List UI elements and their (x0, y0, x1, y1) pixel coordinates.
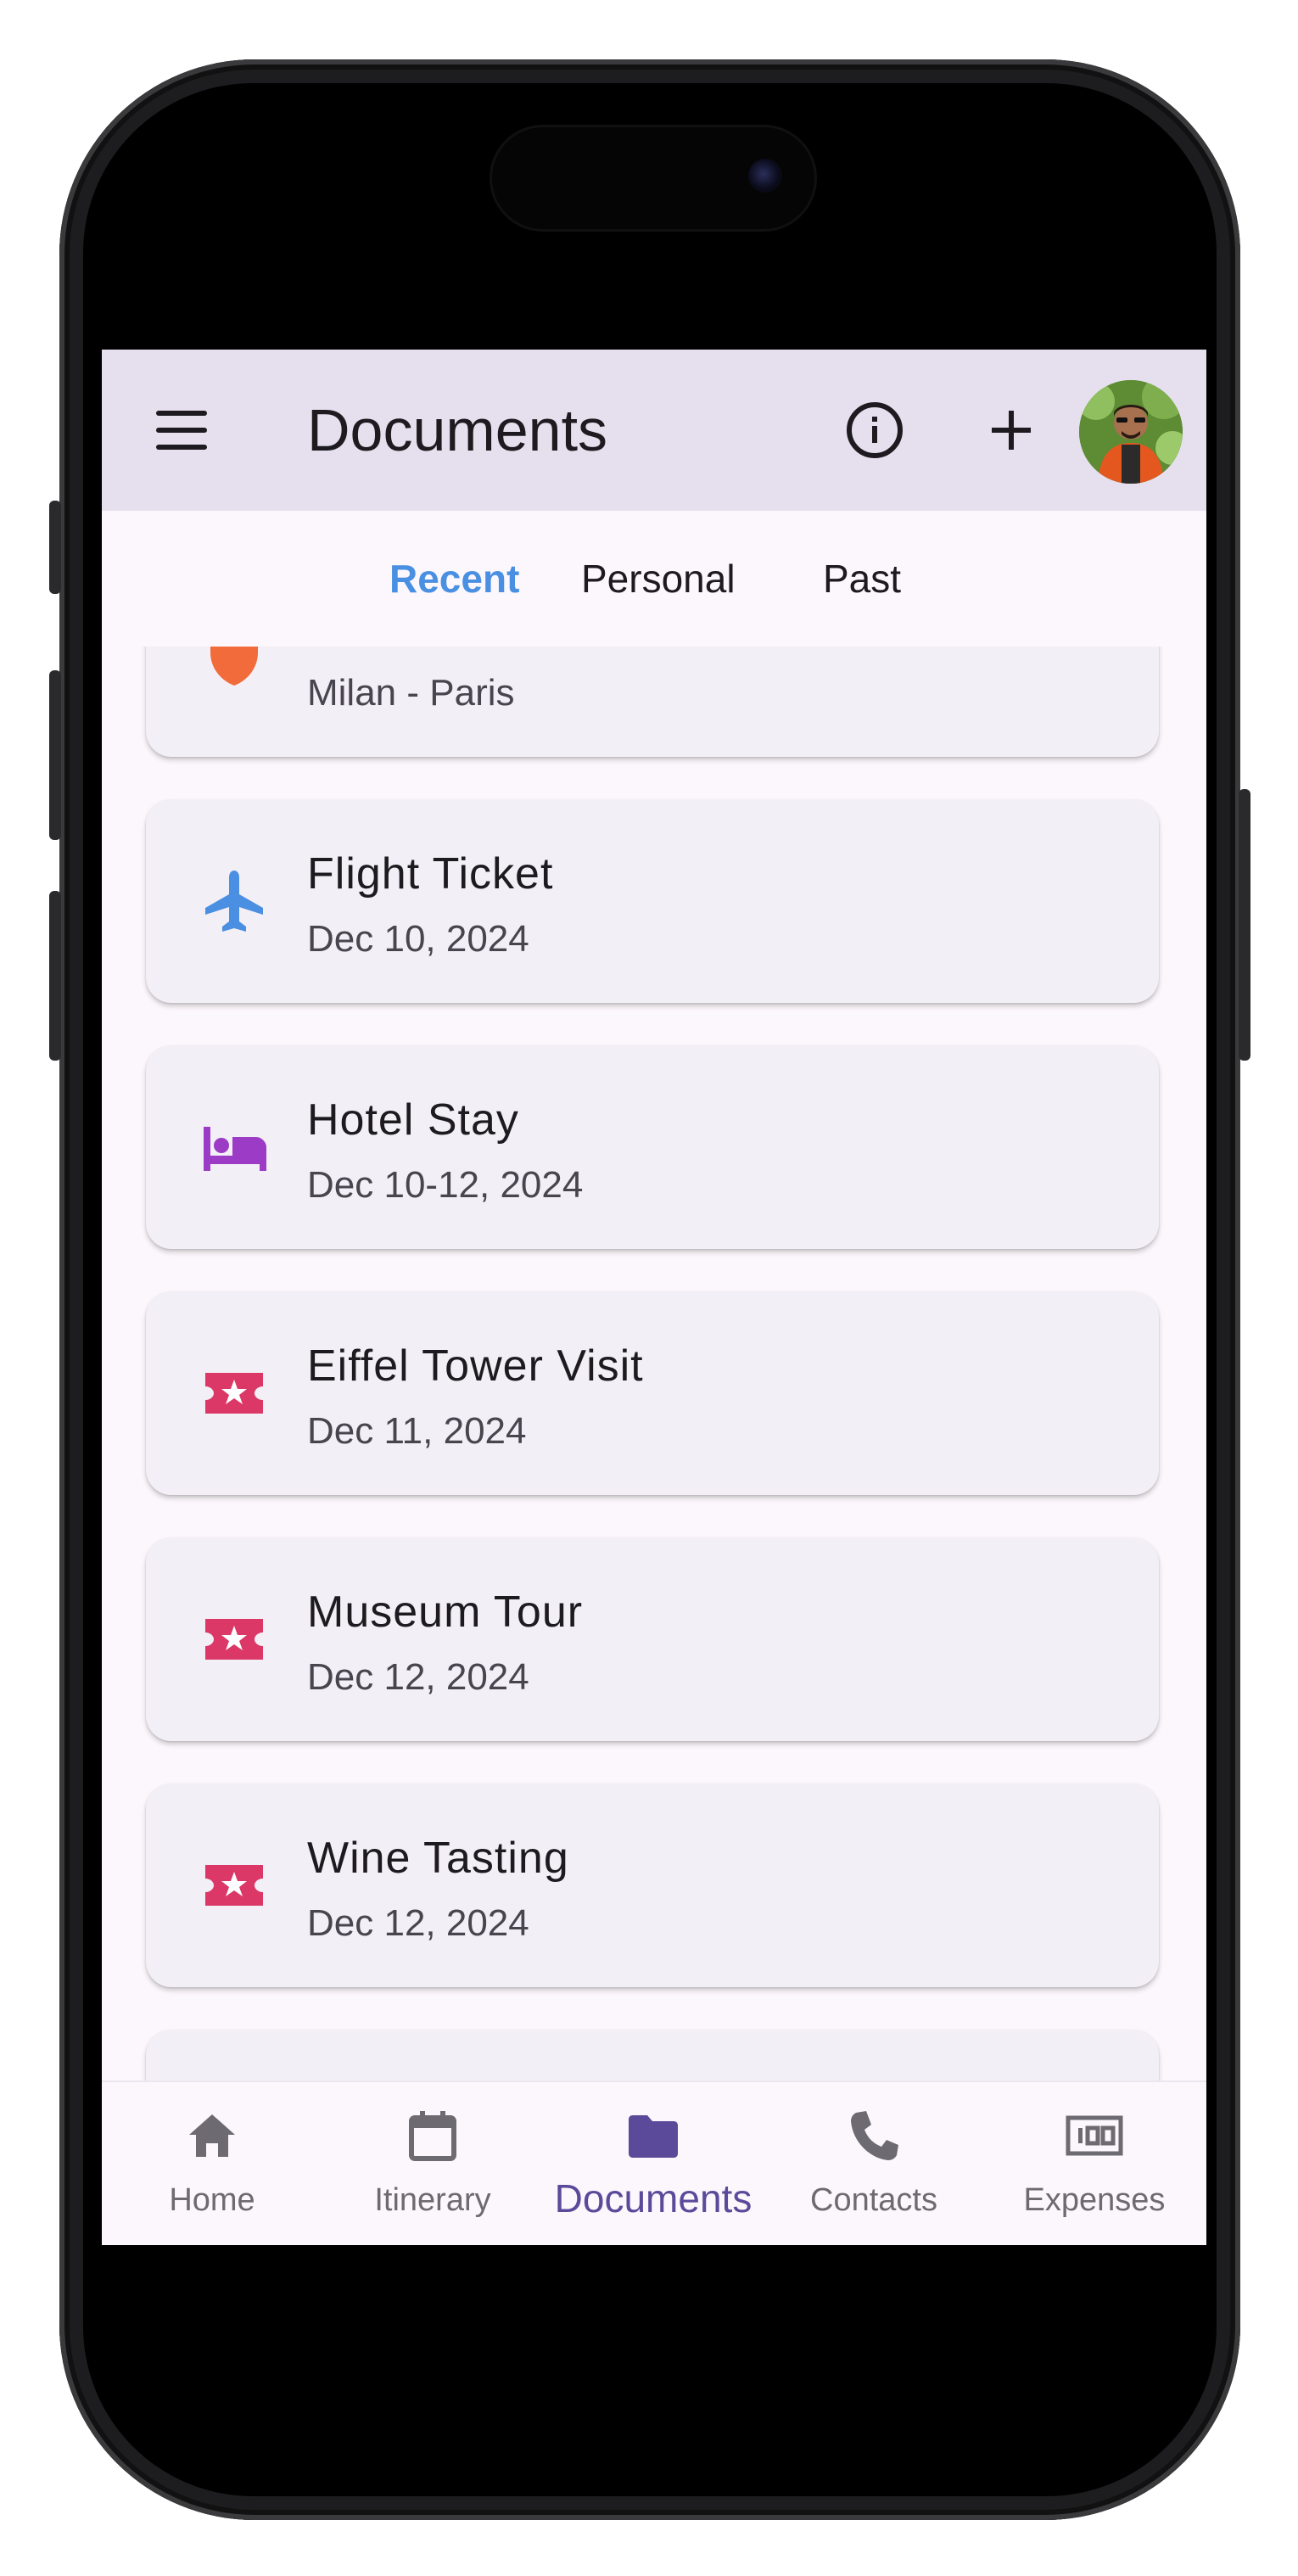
document-subtitle: Dec 10-12, 2024 (307, 1164, 584, 1206)
bed-icon (204, 1127, 266, 1171)
shield-icon (210, 647, 258, 686)
power-button (1239, 789, 1250, 1061)
airplane-icon (205, 871, 263, 932)
money-icon (1066, 2115, 1123, 2156)
document-title: Hotel Stay (307, 1095, 519, 1145)
app-screen: Documents Recent Personal Past Milan - P… (102, 350, 1206, 2245)
add-button[interactable] (973, 392, 1049, 468)
document-card-flight[interactable]: Flight Ticket Dec 10, 2024 (146, 799, 1159, 1003)
menu-button[interactable] (153, 400, 212, 460)
document-card-hotel[interactable]: Hotel Stay Dec 10-12, 2024 (146, 1045, 1159, 1249)
home-icon (189, 2114, 235, 2157)
document-subtitle: Dec 10, 2024 (307, 918, 529, 960)
volume-down-button (49, 891, 61, 1061)
document-card-insurance[interactable]: Insurance Milan - Paris (146, 647, 1159, 757)
phone-icon (851, 2111, 898, 2160)
nav-label: Documents (554, 2176, 753, 2220)
ticket-icon (205, 1865, 263, 1906)
calendar-icon (409, 2111, 456, 2161)
info-button[interactable] (836, 392, 913, 468)
ticket-icon (205, 1619, 263, 1660)
page-title: Documents (307, 397, 608, 463)
nav-itinerary[interactable]: Itinerary (322, 2082, 543, 2245)
document-title: Flight Ticket (307, 849, 554, 899)
document-title: Insurance (307, 647, 508, 653)
ticket-icon (205, 1373, 263, 1414)
nav-contacts[interactable]: Contacts (764, 2082, 984, 2245)
tab-personal[interactable]: Personal (581, 549, 736, 608)
document-subtitle: Dec 12, 2024 (307, 1656, 529, 1698)
document-title: Museum Tour (307, 1588, 584, 1637)
front-camera (748, 159, 782, 193)
document-card-partial[interactable] (146, 2030, 1159, 2084)
nav-label: Expenses (1023, 2182, 1166, 2218)
nav-documents[interactable]: Documents (543, 2082, 764, 2245)
document-card-wine[interactable]: Wine Tasting Dec 12, 2024 (146, 1784, 1159, 1987)
nav-expenses[interactable]: Expenses (984, 2082, 1205, 2245)
tab-bar: Recent Personal Past (102, 511, 1206, 647)
tab-past[interactable]: Past (823, 549, 901, 608)
nav-label: Home (169, 2182, 255, 2218)
document-subtitle: Milan - Paris (307, 672, 515, 714)
nav-home[interactable]: Home (102, 2082, 322, 2245)
app-bar: Documents (102, 350, 1206, 511)
mute-switch (49, 501, 61, 594)
tab-recent[interactable]: Recent (389, 549, 519, 608)
nav-label: Contacts (810, 2182, 937, 2218)
info-icon (847, 402, 903, 458)
nav-label: Itinerary (374, 2182, 491, 2218)
avatar[interactable] (1079, 380, 1183, 484)
document-title: Eiffel Tower Visit (307, 1341, 644, 1391)
document-list: Insurance Milan - Paris Flight Ticket De… (102, 647, 1206, 2084)
document-subtitle: Dec 11, 2024 (307, 1410, 527, 1452)
document-subtitle: Dec 12, 2024 (307, 1902, 529, 1944)
bottom-navigation: Home Itinerary Documents Contacts Expens… (102, 2080, 1206, 2245)
avatar-photo (1079, 380, 1183, 484)
document-title: Wine Tasting (307, 1834, 569, 1883)
document-card-museum[interactable]: Museum Tour Dec 12, 2024 (146, 1537, 1159, 1741)
folder-icon (629, 2115, 678, 2158)
add-icon (992, 411, 1031, 450)
volume-up-button (49, 670, 61, 840)
document-card-eiffel[interactable]: Eiffel Tower Visit Dec 11, 2024 (146, 1291, 1159, 1495)
